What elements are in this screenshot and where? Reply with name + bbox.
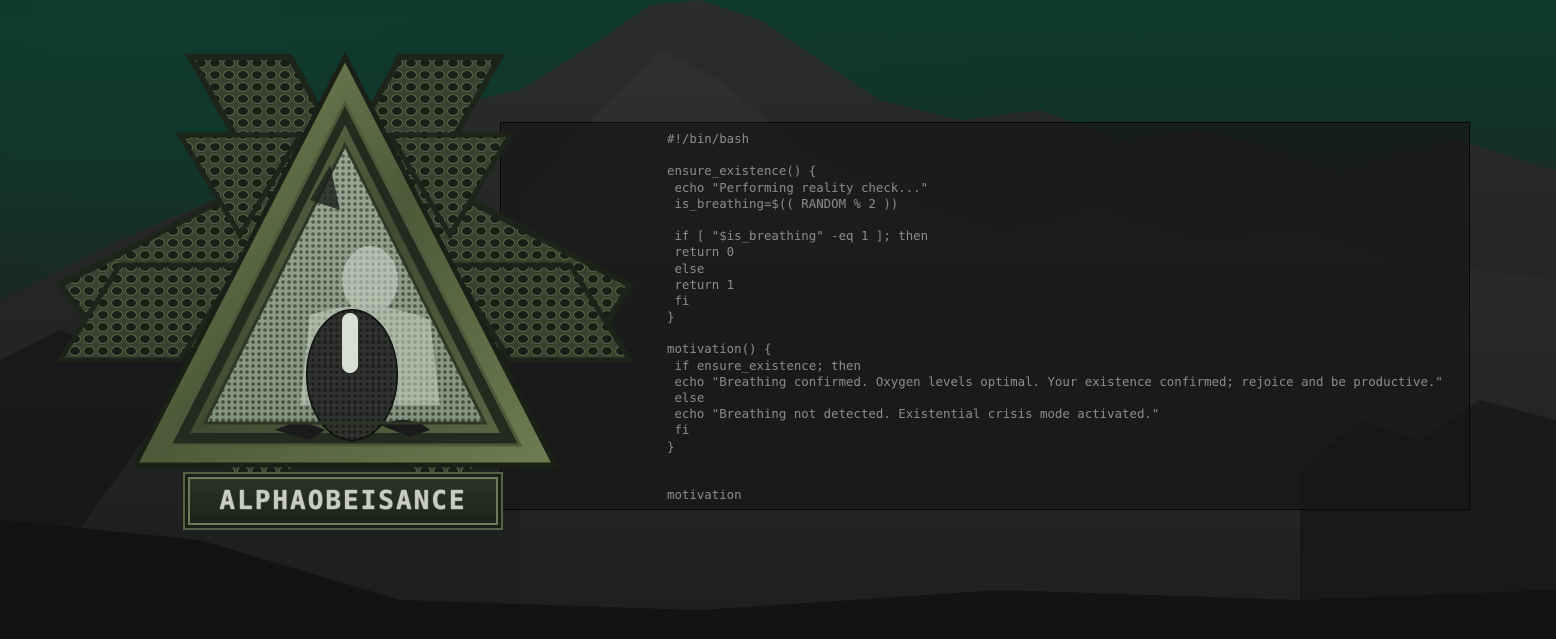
code-line: return 0: [667, 244, 735, 260]
terminal-output: #!/bin/bash ensure_existence() { echo "Pe…: [667, 131, 1443, 503]
code-line: }: [667, 438, 675, 454]
code-line: motivation: [667, 487, 742, 503]
code-line: if [ "$is_breathing" -eq 1 ]; then: [667, 228, 929, 244]
code-line: fi: [667, 292, 690, 308]
code-line: motivation() {: [667, 341, 772, 357]
code-line: else: [667, 260, 705, 276]
code-line: #!/bin/bash: [667, 131, 750, 146]
code-line: echo "Breathing not detected. Existentia…: [667, 406, 1160, 422]
code-line: echo "Performing reality check...": [667, 179, 929, 195]
brand-nameplate: ALPHAOBEISANCE: [188, 477, 498, 525]
brand-name: ALPHAOBEISANCE: [219, 486, 467, 516]
code-line: fi: [667, 422, 690, 438]
code-line: is_breathing=$(( RANDOM % 2 )): [667, 195, 899, 211]
code-line: if ensure_existence; then: [667, 357, 861, 373]
code-line: }: [667, 309, 675, 325]
code-line: ensure_existence() {: [667, 163, 817, 179]
code-line: return 1: [667, 276, 735, 292]
code-line: else: [667, 390, 705, 405]
code-line: echo "Breathing confirmed. Oxygen levels…: [667, 373, 1443, 389]
desktop-background: #!/bin/bash ensure_existence() { echo "Pe…: [0, 0, 1556, 639]
